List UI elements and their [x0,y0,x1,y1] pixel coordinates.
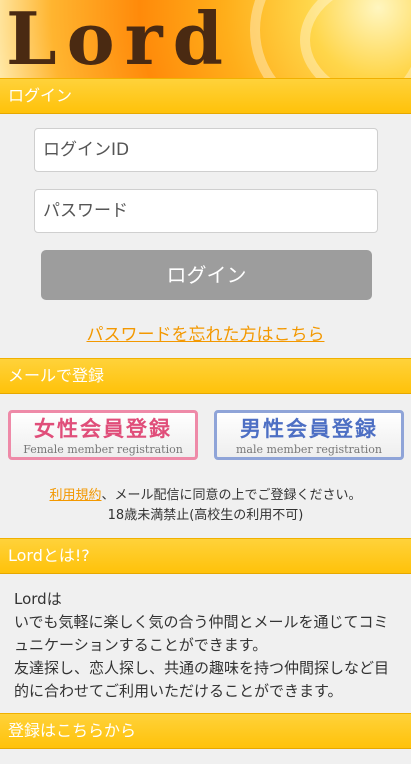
login-button[interactable]: ログイン [41,250,372,300]
female-register-button[interactable]: 女性会員登録 Female member registration [8,410,198,460]
site-logo[interactable]: Lord [6,0,233,78]
about-line: 友達探し、恋人探し、共通の趣味を持つ仲間探しなど目的に合わせてご利用いただけるこ… [14,659,390,700]
about-line: Lordは [14,590,62,608]
mail-register-area: 女性会員登録 Female member registration 男性会員登録… [0,394,411,538]
terms-link[interactable]: 利用規約 [49,488,101,503]
login-id-input[interactable]: ログインID [34,128,378,172]
notice-text: 、メール配信に同意の上でご登録ください。 [101,488,362,503]
about-line: いでも気軽に楽しく気の合う仲間とメールを通じてコミュニケーションすることができま… [14,613,389,654]
login-form: ログインID パスワード ログイン パスワードを忘れた方はこちら [0,114,411,358]
header-banner: Lord [0,0,411,78]
male-register-label: 男性会員登録 [240,416,378,441]
male-register-sublabel: male member registration [235,443,383,456]
male-register-button[interactable]: 男性会員登録 male member registration [214,410,404,460]
female-register-sublabel: Female member registration [23,443,183,456]
section-login-title: ログイン [0,78,411,114]
section-about-title: Lordとは!? [0,538,411,574]
section-mail-register-title: メールで登録 [0,358,411,394]
female-register-label: 女性会員登録 [34,416,172,441]
age-notice: 18歳未満禁止(高校生の利用不可) [107,508,304,523]
section-register-here-title: 登録はこちらから [0,713,411,749]
about-text: Lordは いでも気軽に楽しく気の合う仲間とメールを通じてコミュニケーションする… [0,574,411,713]
register-notice: 利用規約、メール配信に同意の上でご登録ください。 18歳未満禁止(高校生の利用不… [0,486,411,526]
forgot-password-link[interactable]: パスワードを忘れた方はこちら [0,320,411,345]
password-input[interactable]: パスワード [34,189,378,233]
banner-swirl [300,0,411,78]
